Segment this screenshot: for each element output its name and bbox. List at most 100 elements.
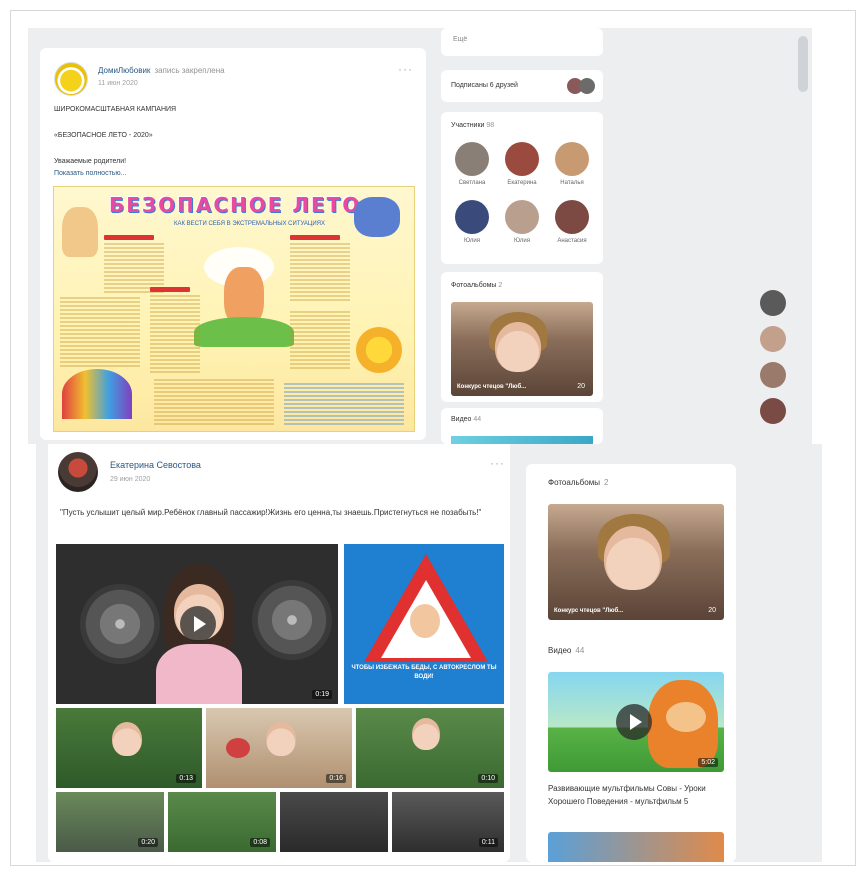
banner-text: ЧТОБЫ ИЗБЕЖАТЬ БЕДЫ, С АВТОКРЕСЛОМ ТЫ ВО… <box>351 665 497 680</box>
member-avatar[interactable] <box>555 200 589 234</box>
cartoon-bear-face <box>666 702 706 732</box>
poster-text-block <box>290 311 350 371</box>
poster-text-block <box>60 297 140 367</box>
member-avatar[interactable] <box>455 200 489 234</box>
post-author[interactable]: ДомиЛюбовик запись закреплена <box>98 66 225 75</box>
dandelion-decoration <box>80 584 160 664</box>
member-item[interactable]: Светлана <box>449 142 495 186</box>
play-icon[interactable] <box>180 606 216 642</box>
poster-heading <box>104 235 154 240</box>
chat-avatar[interactable] <box>760 290 786 316</box>
author-avatar[interactable] <box>58 452 98 492</box>
videos-header[interactable]: Видео 44 <box>451 416 481 423</box>
video-thumbnail[interactable]: 0:08 <box>168 792 276 852</box>
album-count-badge: 20 <box>708 607 716 614</box>
member-name[interactable]: Юлия <box>449 238 495 244</box>
post-date[interactable]: 29 июн 2020 <box>110 476 150 483</box>
scrollbar-thumb[interactable] <box>798 36 808 92</box>
albums-label: Фотоальбомы <box>451 282 497 289</box>
more-horizontal-icon[interactable]: ··· <box>398 62 413 76</box>
friend-avatar[interactable] <box>579 78 595 94</box>
member-name[interactable]: Екатерина <box>499 180 545 186</box>
dandelion-decoration <box>252 580 332 660</box>
post-text: "Пусть услышит целый мир.Ребёнок главный… <box>60 508 482 517</box>
poster-text-block <box>284 383 404 425</box>
friends-subscribed-block[interactable]: Подписаны 6 друзей <box>441 70 603 102</box>
videos-count: 44 <box>473 416 482 423</box>
member-name[interactable]: Наталья <box>549 180 595 186</box>
poster-text-block <box>154 379 274 425</box>
post-text-line-1: ШИРОКОМАСШТАБНАЯ КАМПАНИЯ <box>54 106 177 113</box>
album-count-badge: 20 <box>577 383 585 390</box>
videos-header[interactable]: Видео 44 <box>548 646 584 655</box>
play-icon[interactable] <box>616 704 652 740</box>
video-duration: 0:10 <box>478 774 498 783</box>
member-item[interactable]: Екатерина <box>499 142 545 186</box>
member-name[interactable]: Анастасия <box>549 238 595 244</box>
members-block: Участники 98 Светлана Екатерина Наталья … <box>441 112 603 264</box>
member-name[interactable]: Светлана <box>449 180 495 186</box>
chat-avatar[interactable] <box>760 326 786 352</box>
chat-avatar[interactable] <box>760 362 786 388</box>
video-thumbnail[interactable]: 0:16 <box>206 708 352 788</box>
album-caption: Конкурс чтецов "Люб... <box>554 608 624 614</box>
post-date[interactable]: 11 июн 2020 <box>98 80 138 87</box>
member-avatar[interactable] <box>505 142 539 176</box>
video-duration: 5:02 <box>698 758 718 767</box>
girl-dress <box>156 644 242 704</box>
car-seat-banner[interactable]: ЧТОБЫ ИЗБЕЖАТЬ БЕДЫ, С АВТОКРЕСЛОМ ТЫ ВО… <box>344 544 504 704</box>
member-avatar[interactable] <box>555 142 589 176</box>
poster-sun <box>356 327 402 373</box>
chat-avatar[interactable] <box>760 398 786 424</box>
pinned-post: ДомиЛюбовик запись закреплена 11 июн 2020… <box>40 48 426 440</box>
video-thumbnail[interactable]: 0:10 <box>356 708 504 788</box>
albums-count: 2 <box>498 282 503 289</box>
more-horizontal-icon[interactable]: ··· <box>490 456 505 470</box>
album-thumbnail[interactable]: Конкурс чтецов "Люб... 20 <box>548 504 724 620</box>
member-name[interactable]: Юлия <box>499 238 545 244</box>
video-thumbnail[interactable]: 5:02 <box>548 672 724 772</box>
search-box[interactable]: Ещё <box>441 28 603 56</box>
video-thumbnail[interactable]: 0:20 <box>56 792 164 852</box>
member-avatar[interactable] <box>455 142 489 176</box>
member-item[interactable]: Наталья <box>549 142 595 186</box>
author-action: запись закреплена <box>154 66 225 75</box>
child-in-seat-figure <box>410 604 440 638</box>
author-name[interactable]: ДомиЛюбовик <box>98 66 150 75</box>
post-poster-image[interactable]: БЕЗОПАСНОЕ ЛЕТО КАК ВЕСТИ СЕБЯ В ЭКСТРЕМ… <box>53 186 415 432</box>
video-duration: 0:19 <box>312 690 332 699</box>
photo-face <box>604 526 662 590</box>
poster-text-block <box>290 243 350 303</box>
poster-child-figure <box>62 207 98 257</box>
member-avatar[interactable] <box>505 200 539 234</box>
video-thumbnail[interactable] <box>280 792 388 852</box>
video-thumbnail[interactable]: 0:13 <box>56 708 202 788</box>
post-author-name[interactable]: Екатерина Севостова <box>110 460 201 470</box>
video-duration: 0:08 <box>250 838 270 847</box>
video-duration: 0:13 <box>176 774 196 783</box>
main-video[interactable]: 0:19 <box>56 544 338 704</box>
photo-albums-block: Фотоальбомы 2 Конкурс чтецов "Люб... 20 <box>441 272 603 402</box>
member-item[interactable]: Юлия <box>499 200 545 244</box>
video-thumbnail-partial[interactable] <box>451 436 593 444</box>
albums-header[interactable]: Фотоальбомы 2 <box>451 282 502 289</box>
video-thumbnail[interactable]: 0:11 <box>392 792 504 852</box>
members-header[interactable]: Участники 98 <box>451 122 494 129</box>
friends-subscribed-label: Подписаны 6 друзей <box>451 82 518 89</box>
sidebar-bottom: Фотоальбомы 2 Конкурс чтецов "Люб... 20 В… <box>526 464 736 862</box>
community-avatar[interactable] <box>54 62 88 96</box>
child-face <box>266 722 296 756</box>
albums-header[interactable]: Фотоальбомы 2 <box>548 478 608 487</box>
video-thumbnail-partial[interactable] <box>548 832 724 862</box>
album-thumbnail[interactable]: Конкурс чтецов "Люб... 20 <box>451 302 593 396</box>
poster-grass <box>194 317 294 347</box>
video-caption[interactable]: Развивающие мультфильмы Совы - Уроки Хор… <box>548 782 724 808</box>
post-text-line-3: Уважаемые родители! <box>54 158 127 165</box>
poster-character <box>354 197 400 237</box>
members-label: Участники <box>451 122 485 129</box>
member-item[interactable]: Анастасия <box>549 200 595 244</box>
member-item[interactable]: Юлия <box>449 200 495 244</box>
show-more-link[interactable]: Показать полностью... <box>54 170 127 177</box>
members-count: 98 <box>486 122 495 129</box>
poster-text-block <box>104 243 164 293</box>
